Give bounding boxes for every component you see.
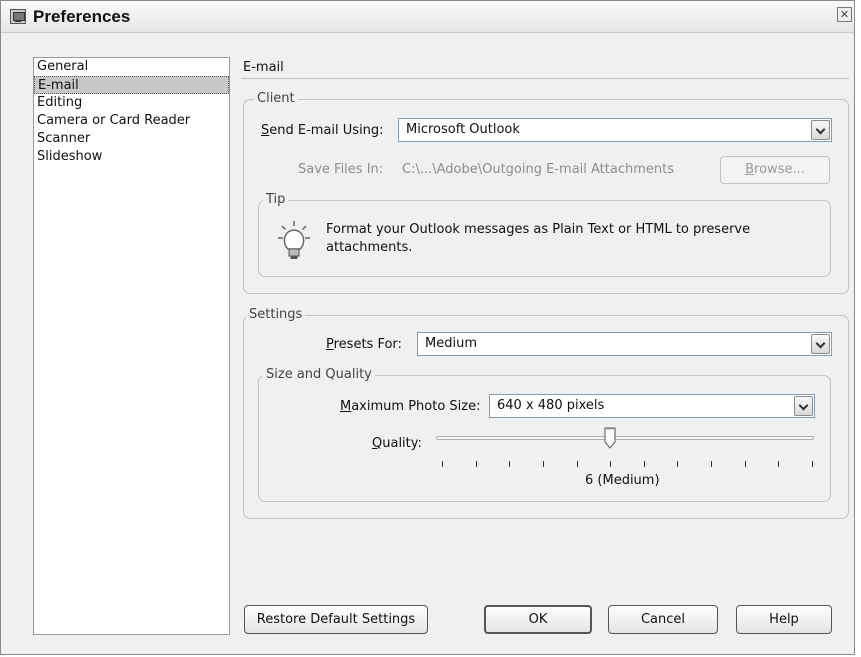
quality-value-text: 6 (Medium) [585, 473, 660, 488]
send-email-using-select[interactable]: Microsoft Outlook [398, 118, 832, 142]
window-title: Preferences [33, 7, 131, 26]
quality-tick [542, 461, 544, 467]
presets-for-value: Medium [425, 336, 477, 351]
quality-label: Quality: [372, 436, 422, 451]
quality-tick [812, 461, 813, 467]
save-files-label: Save Files In: [298, 162, 384, 177]
help-button[interactable]: Help [736, 605, 832, 634]
quality-tick [442, 461, 443, 467]
category-item-slideshow[interactable]: Slideshow [34, 148, 229, 166]
save-files-path: C:\...\Adobe\Outgoing E-mail Attachments [402, 162, 674, 177]
panel-header: E-mail [241, 57, 849, 79]
ok-button[interactable]: OK [484, 605, 592, 634]
quality-slider-track[interactable] [436, 436, 814, 440]
presets-for-select[interactable]: Medium [417, 332, 832, 356]
category-item-editing[interactable]: Editing [34, 94, 229, 112]
send-email-using-label: Send E-mail Using: [261, 123, 384, 138]
chevron-down-icon[interactable] [794, 396, 813, 416]
tip-legend: Tip [263, 192, 289, 208]
quality-slider-ticks [442, 461, 813, 467]
quality-tick [610, 461, 612, 467]
presets-for-label: Presets For: [326, 337, 402, 352]
category-item-camera-card-reader[interactable]: Camera or Card Reader [34, 112, 229, 130]
quality-slider-thumb[interactable] [604, 427, 616, 449]
quality-tick [643, 461, 645, 467]
quality-tick [576, 461, 578, 467]
tip-text: Format your Outlook messages as Plain Te… [326, 222, 751, 255]
size-quality-legend: Size and Quality [263, 367, 375, 383]
chevron-down-icon[interactable] [811, 120, 830, 140]
browse-button[interactable]: Browse... [720, 156, 830, 184]
send-email-using-value: Microsoft Outlook [406, 122, 520, 137]
category-item-general[interactable]: General [34, 58, 229, 76]
quality-tick [509, 461, 511, 467]
quality-tick [475, 461, 477, 467]
preferences-dialog: Preferences ✕ General E-mail Editing Cam… [0, 0, 855, 655]
quality-tick [677, 461, 679, 467]
max-photo-size-value: 640 x 480 pixels [497, 398, 605, 413]
settings-legend: Settings [246, 307, 306, 323]
category-list: General E-mail Editing Camera or Card Re… [33, 57, 230, 635]
lightbulb-icon [278, 221, 310, 259]
restore-default-settings-button[interactable]: Restore Default Settings [244, 605, 428, 634]
quality-tick [778, 461, 780, 467]
chevron-down-icon[interactable] [811, 334, 830, 354]
title-bar: Preferences ✕ [1, 1, 854, 33]
category-item-scanner[interactable]: Scanner [34, 130, 229, 148]
category-item-email[interactable]: E-mail [34, 76, 229, 94]
close-button[interactable]: ✕ [837, 7, 852, 22]
max-photo-size-label: Maximum Photo Size: [340, 399, 481, 414]
preferences-app-icon [10, 9, 26, 24]
cancel-button[interactable]: Cancel [608, 605, 718, 634]
quality-tick [744, 461, 746, 467]
quality-tick [711, 461, 713, 467]
tip-group: Tip Format your Outlook messages as Plai… [258, 192, 831, 277]
max-photo-size-select[interactable]: 640 x 480 pixels [489, 394, 815, 418]
client-legend: Client [254, 91, 298, 107]
